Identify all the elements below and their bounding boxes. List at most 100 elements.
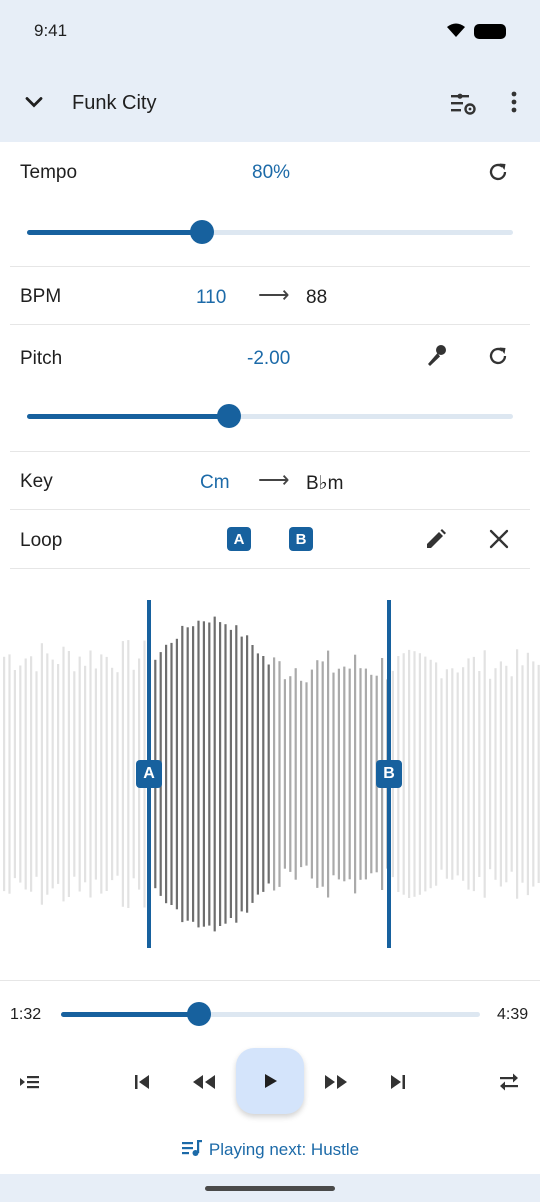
- waveform-bar: [516, 649, 519, 899]
- waveform-bar: [89, 650, 92, 898]
- seek-bar-thumb[interactable]: [187, 1002, 212, 1026]
- seek-bar[interactable]: [61, 1002, 480, 1026]
- app-bar: Funk City: [0, 62, 540, 142]
- tempo-reset-button[interactable]: [482, 156, 514, 188]
- waveform-bar: [73, 671, 76, 877]
- key-original: Cm: [200, 472, 230, 493]
- waveform-bar: [100, 654, 103, 894]
- equalizer-settings-icon[interactable]: [448, 88, 478, 118]
- more-vert-icon[interactable]: [500, 88, 528, 116]
- waveform-bar: [121, 641, 124, 907]
- waveform-bar: [483, 650, 486, 898]
- waveform-bar: [418, 653, 421, 895]
- playing-next-link[interactable]: Playing next: Hustle: [0, 1138, 540, 1160]
- waveform-bar: [316, 660, 319, 888]
- waveform-bar: [251, 645, 254, 903]
- loop-a-button[interactable]: A: [227, 527, 251, 551]
- wifi-icon: [447, 23, 465, 37]
- waveform-bar: [19, 665, 22, 883]
- waveform-bar: [278, 661, 281, 887]
- waveform-bar: [51, 659, 54, 889]
- pencil-icon: [427, 529, 446, 548]
- system-nav-bar: [0, 1174, 540, 1202]
- tempo-slider-thumb[interactable]: [189, 220, 214, 244]
- waveform-bar: [364, 668, 367, 880]
- waveform-bar: [489, 678, 492, 870]
- waveform-bar: [348, 668, 351, 880]
- divider: [10, 451, 530, 452]
- waveform-bar: [467, 658, 470, 890]
- microphone-icon: [428, 345, 446, 366]
- waveform-bar: [181, 625, 184, 923]
- waveform-bar: [413, 651, 416, 897]
- waveform-bar: [310, 669, 313, 879]
- waveform-bar: [343, 666, 346, 882]
- previous-track-button[interactable]: [126, 1066, 158, 1098]
- divider: [10, 509, 530, 510]
- loop-start-handle[interactable]: A: [136, 760, 162, 788]
- waveform-bar: [111, 667, 114, 881]
- pitch-reset-button[interactable]: [482, 340, 514, 372]
- fast-forward-icon: [325, 1075, 347, 1089]
- waveform-bar: [40, 643, 43, 905]
- waveform-bar: [240, 636, 243, 912]
- detect-key-button[interactable]: [420, 340, 452, 372]
- home-handle[interactable]: [205, 1186, 335, 1191]
- status-bar: 9:41: [0, 0, 540, 62]
- play-button[interactable]: [236, 1048, 304, 1114]
- clear-loop-button[interactable]: [483, 523, 515, 555]
- waveform-bar: [67, 651, 70, 897]
- waveform-bar: [327, 650, 330, 898]
- rewind-button[interactable]: [188, 1066, 220, 1098]
- waveform-bar: [332, 672, 335, 876]
- tempo-slider[interactable]: [27, 220, 513, 244]
- waveform-bar: [337, 668, 340, 880]
- waveform-bar: [305, 682, 308, 866]
- waveform-bar: [462, 667, 465, 881]
- waveform-bar: [116, 672, 119, 876]
- loop-label: Loop: [20, 530, 63, 551]
- waveform-bar: [440, 678, 443, 870]
- waveform-bar: [62, 646, 65, 902]
- waveform-bar: [94, 668, 97, 880]
- waveform-bar: [132, 669, 135, 879]
- waveform-bar: [246, 635, 249, 913]
- tempo-value: 80%: [252, 162, 291, 183]
- bpm-label: BPM: [20, 286, 62, 307]
- waveform-bar: [456, 672, 459, 876]
- waveform-bar: [127, 640, 130, 908]
- waveform[interactable]: [0, 572, 540, 980]
- chevron-down-icon[interactable]: [20, 88, 48, 116]
- waveform-bar: [267, 664, 270, 884]
- play-icon: [265, 1074, 277, 1088]
- waveform-bar: [262, 656, 265, 892]
- waveform-bar: [105, 656, 108, 891]
- next-track-button[interactable]: [382, 1066, 414, 1098]
- queue-button[interactable]: [13, 1066, 45, 1098]
- waveform-bar: [408, 649, 411, 898]
- repeat-icon: [500, 1073, 518, 1091]
- pitch-value: -2.00: [247, 348, 291, 369]
- waveform-bar: [165, 644, 168, 904]
- refresh-icon: [489, 163, 507, 181]
- skip-next-icon: [391, 1075, 405, 1089]
- fast-forward-button[interactable]: [320, 1066, 352, 1098]
- tempo-slider-fill: [27, 230, 202, 235]
- edit-loop-button[interactable]: [420, 523, 452, 555]
- loop-end-handle[interactable]: B: [376, 760, 402, 788]
- waveform-bar: [283, 679, 286, 869]
- waveform-bar: [537, 664, 540, 883]
- loop-b-button[interactable]: B: [289, 527, 313, 551]
- repeat-button[interactable]: [493, 1066, 525, 1098]
- current-time: 1:32: [10, 1006, 42, 1023]
- pitch-slider-thumb[interactable]: [216, 404, 241, 428]
- waveform-bar: [8, 654, 11, 894]
- waveform-bar: [521, 665, 524, 883]
- waveform-bar: [510, 676, 513, 872]
- refresh-icon: [489, 347, 507, 365]
- total-time: 4:39: [497, 1006, 529, 1023]
- tempo-label: Tempo: [20, 162, 78, 183]
- waveform-bar: [354, 654, 357, 894]
- pitch-slider[interactable]: [27, 404, 513, 428]
- waveform-bar: [289, 676, 292, 872]
